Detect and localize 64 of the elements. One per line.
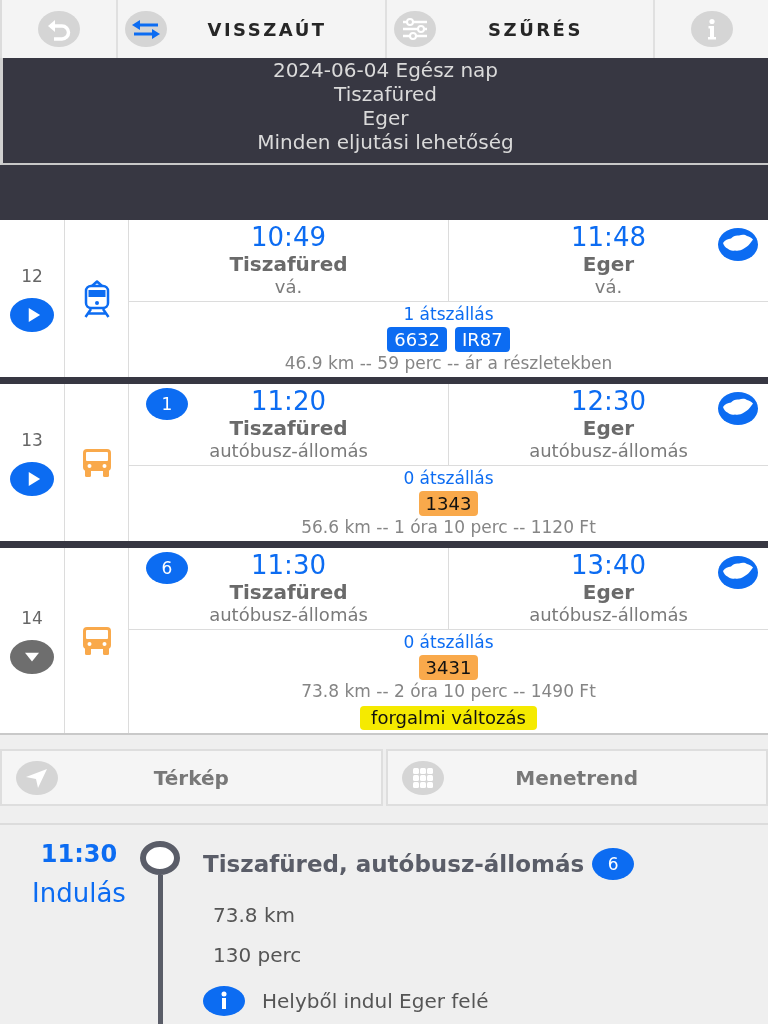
arrival-time: 13:40 — [571, 550, 646, 580]
row-number: 13 — [21, 429, 43, 450]
arrival-place: Eger — [582, 252, 635, 276]
country-map-icon[interactable] — [718, 392, 758, 425]
departure-station: autóbusz-állomás — [209, 440, 368, 462]
transfer-count: 0 átszállás — [403, 467, 494, 489]
departure-time: 11:20 — [251, 386, 326, 416]
departure-station: autóbusz-állomás — [209, 604, 368, 626]
departure-station: vá. — [274, 276, 303, 298]
map-button[interactable]: Térkép — [0, 749, 383, 806]
transfer-count: 1 átszállás — [403, 303, 494, 325]
travel-options-text: Minden eljutási lehetőség — [256, 130, 515, 154]
back-icon — [38, 11, 80, 47]
platform-badge: 1 — [146, 388, 188, 420]
arrival-station: autóbusz-állomás — [529, 440, 688, 462]
trip-summary: 73.8 km -- 2 óra 10 perc -- 1490 Ft — [301, 680, 596, 702]
arrival-station: vá. — [594, 276, 623, 298]
play-icon — [26, 307, 41, 322]
event-text: Indulás — [32, 877, 126, 909]
expand-button[interactable] — [10, 461, 54, 496]
departure-time: 10:49 — [251, 222, 326, 252]
collapse-button[interactable] — [10, 639, 54, 674]
line-badge: 3431 — [418, 655, 479, 680]
stop-time: 11:30 — [40, 839, 118, 869]
info-icon — [690, 11, 733, 47]
arrival-place: Eger — [582, 416, 635, 440]
line-badge: 1343 — [418, 491, 479, 516]
date-text: 2024-06-04 Egész nap — [271, 58, 500, 82]
notice-badge: forgalmi változás — [360, 706, 537, 730]
departure-place: Tiszafüred — [229, 416, 348, 440]
swap-arrows-icon — [125, 11, 167, 47]
play-icon — [26, 471, 41, 486]
note-text: Helyből indul Eger felé — [262, 989, 489, 1013]
bus-icon — [81, 625, 112, 656]
departure-place: Tiszafüred — [229, 252, 348, 276]
expand-button[interactable] — [10, 297, 54, 332]
platform-badge: 6 — [146, 552, 188, 584]
line-badge: 6632 — [387, 327, 448, 352]
origin-text: Tiszafüred — [333, 82, 438, 106]
arrival-station: autóbusz-állomás — [529, 604, 688, 626]
grid-icon — [401, 760, 444, 795]
stop-marker-icon — [140, 841, 180, 875]
country-map-icon[interactable] — [718, 556, 758, 589]
line-badge: IR87 — [455, 327, 510, 352]
trip-summary: 56.6 km -- 1 óra 10 perc -- 1120 Ft — [301, 516, 596, 538]
departure-place: Tiszafüred — [229, 580, 348, 604]
info-icon — [203, 986, 245, 1016]
destination-text: Eger — [361, 106, 410, 130]
sliders-icon — [394, 11, 436, 47]
arrival-time: 11:48 — [571, 222, 646, 252]
duration-text: 130 perc — [213, 942, 302, 969]
stop-name: Tiszafüred, autóbusz-állomás — [203, 851, 585, 877]
timetable-button[interactable]: Menetrend — [385, 749, 768, 806]
departure-time: 11:30 — [251, 550, 326, 580]
transfer-count: 0 átszállás — [403, 631, 494, 653]
country-map-icon[interactable] — [718, 228, 758, 261]
arrival-time: 12:30 — [571, 386, 646, 416]
row-number: 14 — [21, 607, 43, 628]
bus-icon — [81, 447, 112, 478]
trip-summary: 46.9 km -- 59 perc -- ár a részletekben — [284, 352, 613, 374]
arrival-place: Eger — [582, 580, 635, 604]
row-number: 12 — [21, 265, 43, 286]
distance-text: 73.8 km — [213, 902, 295, 929]
platform-badge: 6 — [592, 848, 635, 880]
